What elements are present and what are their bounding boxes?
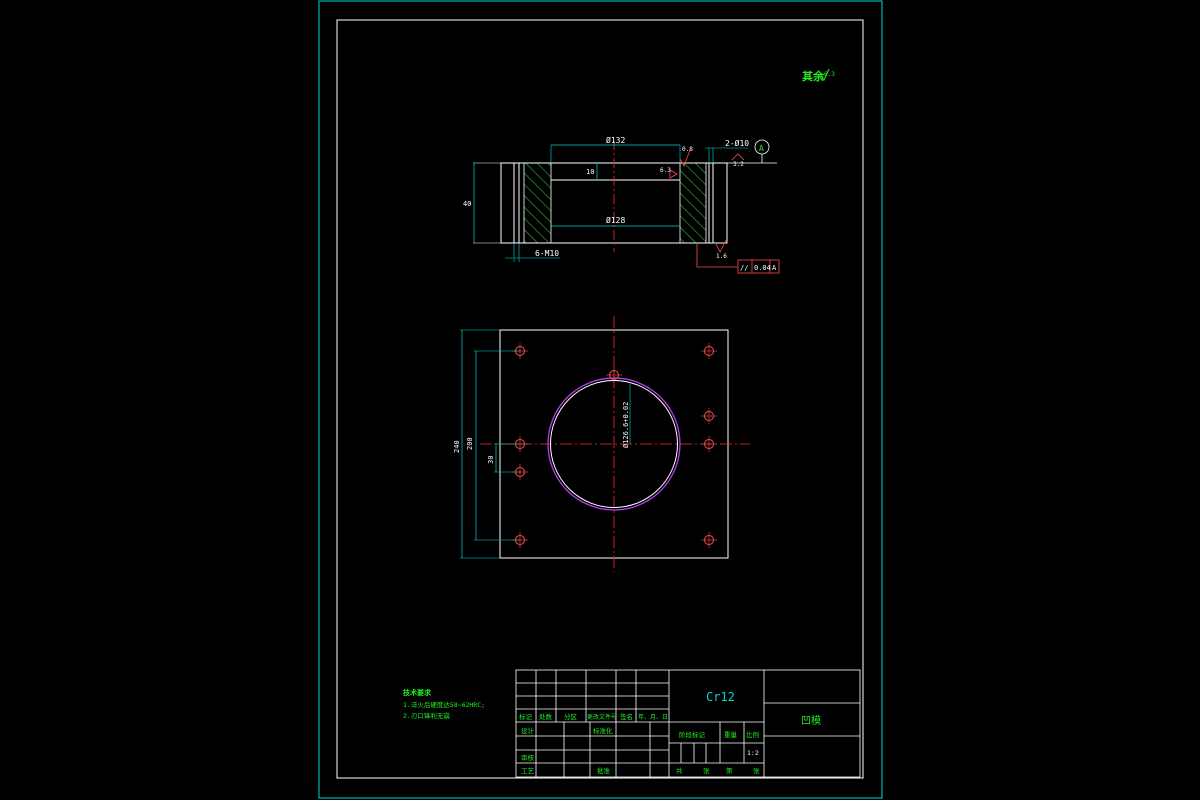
tb-row-label-date: 年、月、日 xyxy=(638,713,668,721)
sheet-outer-border xyxy=(318,0,883,799)
dim-step-height: 10 xyxy=(586,168,594,176)
tb-process: 工艺 xyxy=(521,767,535,775)
dim-outer-size: 240 xyxy=(453,440,461,453)
tech-req-title: 技术要求 xyxy=(403,688,432,697)
dim-hole-spacing: 200 xyxy=(466,437,474,450)
tech-req-line-1: 1.淬火后硬度达58~62HRC; xyxy=(403,700,485,709)
parallel-tolerance: 0.04 xyxy=(754,264,771,272)
tb-row-label-zone: 分区 xyxy=(564,712,578,721)
plan-view: 240 200 30 Ø126.6+0.02 xyxy=(453,316,750,572)
bolt-hole xyxy=(701,436,717,452)
tb-sheet-no: 第 xyxy=(726,766,733,775)
parallel-symbol: // xyxy=(740,264,748,272)
tb-approve: 批准 xyxy=(597,766,611,775)
roughness-symbol-d xyxy=(715,239,727,253)
dim-bolt-holes: 6-M10 xyxy=(535,249,559,258)
roughness-value-d: 1.6 xyxy=(716,253,727,260)
tb-sheet-total: 共 xyxy=(676,766,683,775)
dim-height: 40 xyxy=(463,200,471,208)
tb-stage-mark: 阶段标记 xyxy=(679,730,706,739)
roughness-value-c: 3.2 xyxy=(733,161,744,168)
pin-hole xyxy=(701,408,717,424)
roughness-symbol-c xyxy=(731,153,745,161)
tb-row-label-count: 处数 xyxy=(539,712,553,721)
section-hatch-left xyxy=(523,162,552,244)
section-view: Ø132 Ø128 10 40 6-M10 2-Ø10 0.8 6.3 3.2 … xyxy=(463,135,780,274)
tb-material: Cr12 xyxy=(706,690,735,704)
bolt-hole xyxy=(701,343,717,359)
dim-cavity-diameter: Ø126.6+0.02 xyxy=(622,402,630,448)
tb-weight: 重量 xyxy=(724,731,738,739)
tb-sheet-unit-2: 张 xyxy=(753,766,760,775)
roughness-value-b: 6.3 xyxy=(660,167,671,174)
tb-standardize: 标准化 xyxy=(593,726,613,735)
sheet-inner-frame xyxy=(336,19,864,779)
tb-sheet-unit: 张 xyxy=(703,766,710,775)
tb-part-name: 凹模 xyxy=(801,715,821,727)
tech-req-line-2: 2.刃口锋利无崩 xyxy=(403,711,450,720)
tb-design: 设计 xyxy=(521,726,535,735)
parallel-datum: A xyxy=(772,264,777,272)
roughness-symbol-b xyxy=(669,169,678,179)
dim-top-diameter: Ø132 xyxy=(606,135,625,145)
tb-row-label-change-doc: 更改文件号 xyxy=(587,713,617,721)
datum-label: A xyxy=(759,144,764,153)
dim-pin-offset: 30 xyxy=(487,456,495,464)
cad-drawing-canvas: 其余 6.3 Ø132 Ø128 10 40 6-M10 2-Ø10 0.8 6… xyxy=(318,0,883,799)
dim-pin-holes: 2-Ø10 xyxy=(725,138,749,148)
tech-requirements: 技术要求 1.淬火后硬度达58~62HRC; 2.刃口锋利无崩 xyxy=(403,688,485,720)
tb-row-label-sign: 签名 xyxy=(620,712,633,721)
tb-scale-label: 比例 xyxy=(746,730,759,739)
roughness-value-a: 0.8 xyxy=(682,146,693,153)
tb-row-label-mark: 标记 xyxy=(519,712,533,721)
tb-scale-value: 1:2 xyxy=(747,749,759,757)
bolt-hole xyxy=(701,532,717,548)
tb-review: 审核 xyxy=(521,753,535,762)
dim-bottom-diameter: Ø128 xyxy=(606,215,625,225)
title-block-text: 标记 处数 分区 更改文件号 签名 年、月、日 设计 标准化 审核 工艺 批准 … xyxy=(519,712,760,775)
section-hatch-right xyxy=(679,162,707,244)
